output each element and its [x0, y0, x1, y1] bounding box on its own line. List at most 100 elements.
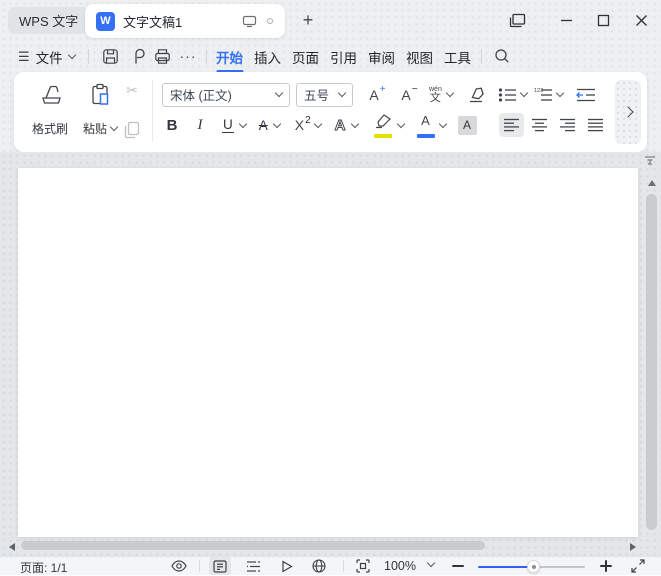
font-size-select[interactable]: 五号	[296, 83, 353, 107]
search-button[interactable]	[492, 46, 512, 66]
document-tab-title: 文字文稿1	[123, 12, 242, 31]
read-mode-button[interactable]	[276, 557, 298, 575]
export-pdf-button[interactable]	[128, 46, 148, 66]
monitor-icon[interactable]	[242, 15, 257, 28]
divider	[343, 560, 344, 572]
font-name-select[interactable]: 宋体 (正文)	[162, 83, 290, 107]
align-center-button[interactable]	[527, 113, 552, 137]
new-tab-button[interactable]: +	[297, 9, 319, 31]
italic-icon: I	[198, 117, 203, 134]
minimize-button[interactable]	[556, 10, 576, 30]
paste-label: 粘贴	[83, 120, 107, 137]
pinyin-guide-button[interactable]: wén 文	[429, 86, 453, 104]
eye-protection-button[interactable]	[168, 557, 190, 575]
tab-reference-label: 引用	[330, 47, 357, 67]
paste-button[interactable]: 粘贴	[78, 79, 122, 143]
decrease-indent-button[interactable]	[576, 87, 596, 103]
chevron-down-icon	[67, 51, 75, 59]
tab-review[interactable]: 审阅	[368, 45, 395, 69]
font-color-icon: A	[416, 113, 436, 137]
app-home-label: WPS 文字	[19, 11, 78, 30]
align-right-icon	[559, 118, 576, 132]
document-tab[interactable]: W 文字文稿1	[85, 4, 285, 38]
page-view-button[interactable]	[209, 557, 231, 575]
tab-page-label: 页面	[292, 47, 319, 67]
save-button[interactable]	[100, 46, 120, 66]
file-menu-button[interactable]: ☰ 文件	[18, 44, 75, 69]
workspace-icon[interactable]	[507, 10, 527, 30]
document-page[interactable]	[18, 168, 638, 537]
zoom-in-button-bar[interactable]	[605, 560, 607, 572]
align-left-button[interactable]	[499, 113, 524, 137]
font-color-bar	[417, 134, 435, 138]
bold-button[interactable]: B	[164, 117, 180, 134]
zoom-out-button[interactable]	[452, 565, 464, 567]
more-commands-button[interactable]: ···	[178, 46, 198, 66]
scroll-right-arrow[interactable]	[630, 543, 636, 551]
text-effects-icon: A	[335, 117, 346, 134]
format-painter-label: 格式刷	[32, 120, 68, 137]
scroll-left-arrow[interactable]	[9, 543, 15, 551]
paste-icon	[87, 82, 113, 108]
highlight-color-bar	[374, 134, 392, 138]
outline-view-button[interactable]	[242, 557, 264, 575]
tab-insert[interactable]: 插入	[254, 45, 281, 69]
italic-button[interactable]: I	[194, 117, 206, 134]
tab-bar: WPS 文字 W 文字文稿1 +	[0, 0, 661, 40]
superscript-button[interactable]: X 2	[295, 117, 321, 133]
font-size-value: 五号	[304, 85, 329, 104]
underline-button[interactable]: U	[222, 117, 246, 133]
zoom-slider-track[interactable]	[533, 566, 585, 569]
strikethrough-button[interactable]: A	[259, 118, 280, 133]
copy-icon[interactable]	[122, 120, 142, 140]
format-painter-button[interactable]: 格式刷	[24, 79, 76, 143]
print-button[interactable]	[152, 46, 172, 66]
shrink-font-button[interactable]: A −	[397, 87, 421, 103]
zoom-level-value[interactable]: 100%	[384, 559, 416, 573]
char-shading-button[interactable]: A	[458, 116, 477, 135]
bullet-list-icon	[498, 87, 517, 103]
numbered-list-button[interactable]: 123	[534, 87, 563, 103]
zoom-slider-track-filled[interactable]	[478, 566, 533, 569]
grow-font-button[interactable]: A +	[365, 87, 389, 103]
bullet-list-button[interactable]	[498, 87, 527, 103]
ribbon-expand-button[interactable]	[615, 80, 641, 144]
bold-icon: B	[167, 117, 178, 134]
highlighter-icon	[372, 113, 394, 137]
fit-page-button[interactable]	[352, 557, 374, 575]
vertical-scrollbar[interactable]	[646, 194, 657, 530]
scroll-up-arrow[interactable]	[648, 180, 656, 186]
thumb-dot	[532, 565, 536, 569]
highlight-color-button[interactable]	[372, 112, 404, 138]
text-effects-button[interactable]: A	[335, 117, 358, 134]
fullscreen-button[interactable]	[627, 557, 649, 575]
ribbon-toolbar: 格式刷 粘贴 ✂ 宋体 (正文)	[14, 72, 647, 152]
tab-reference[interactable]: 引用	[330, 45, 357, 69]
cut-icon[interactable]: ✂	[126, 82, 138, 99]
chevron-down-icon	[556, 89, 564, 97]
tab-view[interactable]: 视图	[406, 45, 433, 69]
close-button[interactable]	[631, 10, 651, 30]
maximize-button[interactable]	[593, 10, 613, 30]
superscript-exp: 2	[305, 115, 311, 126]
strikethrough-icon: A	[259, 118, 268, 133]
chevron-right-icon	[622, 106, 633, 117]
tab-home[interactable]: 开始	[216, 45, 243, 69]
align-justify-button[interactable]	[583, 113, 608, 137]
align-left-icon	[503, 118, 520, 132]
chevron-down-icon	[350, 119, 358, 127]
font-color-button[interactable]: A	[416, 112, 446, 138]
app-home-button[interactable]: WPS 文字	[8, 7, 89, 34]
tab-page[interactable]: 页面	[292, 45, 319, 69]
menu-bar: ☰ 文件 ···	[0, 40, 661, 73]
web-view-button[interactable]	[308, 557, 330, 575]
zoom-slider-thumb[interactable]	[527, 560, 540, 573]
toolbar-pin-icon[interactable]	[644, 155, 656, 166]
tab-tools[interactable]: 工具	[444, 45, 471, 69]
clear-format-button[interactable]	[465, 85, 485, 104]
horizontal-scrollbar[interactable]	[21, 541, 485, 550]
decrease-indent-icon	[576, 87, 596, 103]
chevron-down-icon	[239, 119, 247, 127]
chevron-down-icon[interactable]	[427, 559, 435, 567]
align-right-button[interactable]	[555, 113, 580, 137]
